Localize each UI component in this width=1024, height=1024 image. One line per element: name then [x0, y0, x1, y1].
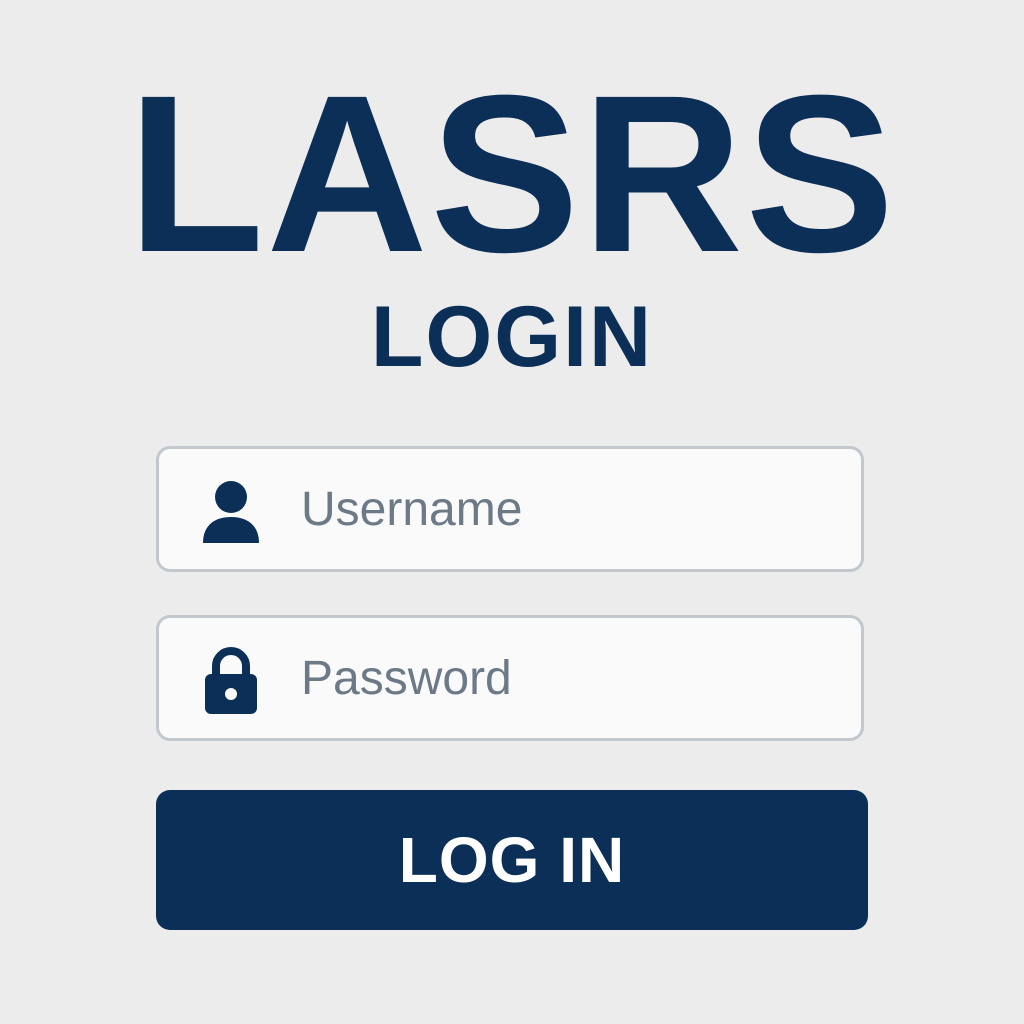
login-button[interactable]: LOG IN: [156, 790, 868, 930]
username-input[interactable]: [301, 449, 841, 569]
page-subtitle: LOGIN: [370, 289, 654, 385]
username-field[interactable]: [156, 446, 864, 572]
user-icon: [199, 477, 263, 547]
password-field[interactable]: [156, 615, 864, 741]
lock-icon: [199, 646, 263, 716]
password-input[interactable]: [301, 618, 841, 738]
app-title: LASRS: [127, 49, 897, 299]
